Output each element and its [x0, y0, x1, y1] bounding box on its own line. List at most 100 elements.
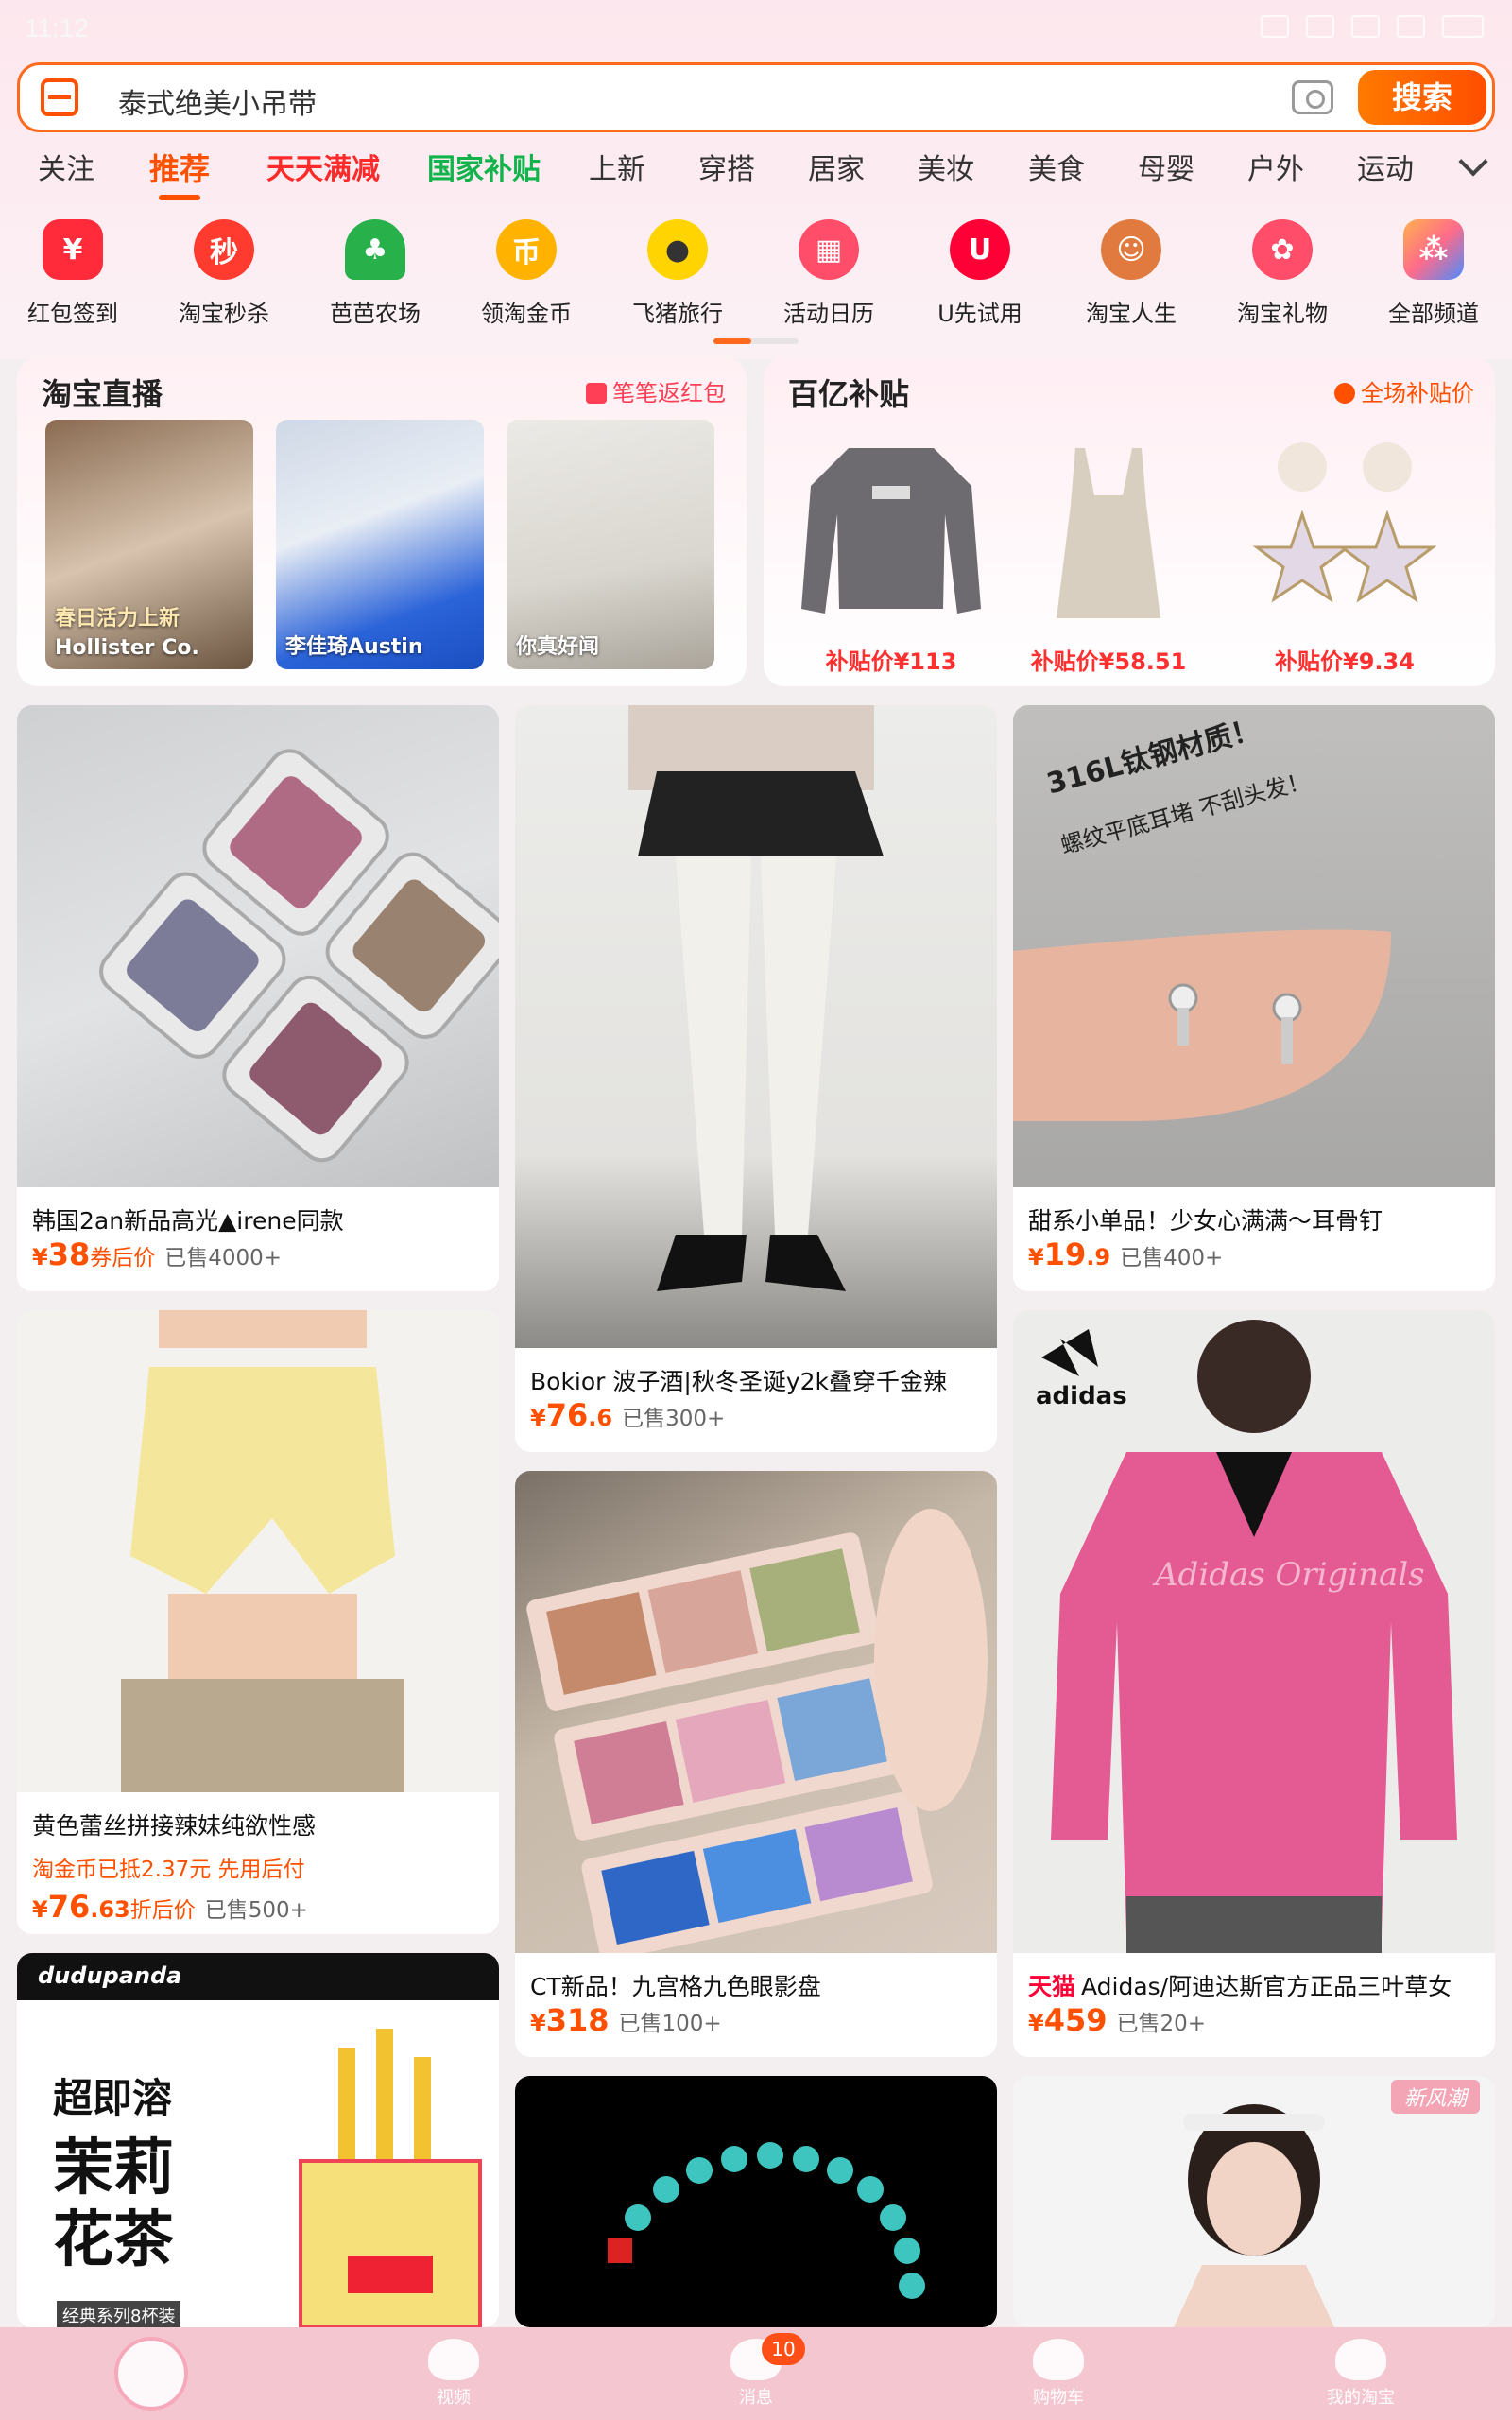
product-promo: 淘金币已抵2.37元 先用后付: [32, 1858, 305, 1882]
subsidy-card[interactable]: 百亿补贴 全场补贴价 补贴价¥113 补贴价¥58.51 补贴价¥9.34: [764, 357, 1495, 686]
tab-home[interactable]: 居家: [808, 146, 865, 187]
cloud-icon: [1306, 15, 1334, 38]
tab-national-subsidy[interactable]: 国家补贴: [427, 146, 541, 187]
live-thumb-3[interactable]: 你真好闻: [507, 420, 714, 669]
nfc-icon: [1261, 15, 1289, 38]
tab-outdoor[interactable]: 户外: [1247, 146, 1304, 187]
subsidy-item-3[interactable]: 补贴价¥9.34: [1236, 420, 1453, 675]
subsidy-title: 百亿补贴: [788, 376, 910, 412]
product-card-bracelet[interactable]: [515, 2076, 997, 2327]
product-card-jasmine-tea[interactable]: dudupanda 超即溶 茉莉 花茶 经典系列8杯装: [17, 1953, 499, 2327]
product-image: 316L钛钢材质！ 螺纹平底耳堵 不刮头发！: [1013, 705, 1495, 1187]
product-card-lace-top[interactable]: 黄色蕾丝拼接辣妹纯欲性感 淘金币已抵2.37元 先用后付 ¥76.63折后价 已售…: [17, 1310, 499, 1934]
profile-cat-icon: [1335, 2339, 1386, 2380]
product-card-ear-stud[interactable]: 316L钛钢材质！ 螺纹平底耳堵 不刮头发！ 甜系小单品！少女心满满～耳骨钉 ¥…: [1013, 705, 1495, 1291]
dnd-icon: [1351, 15, 1380, 38]
camera-icon[interactable]: [1292, 80, 1333, 114]
live-card[interactable]: 淘宝直播 笔笔返红包 春日活力上新 Hollister Co. 李佳琦Austi…: [17, 357, 747, 686]
subsidy-item-2[interactable]: 补贴价¥58.51: [1000, 420, 1217, 675]
battery-icon: [1442, 15, 1484, 38]
product-card-highlighter[interactable]: 韩国2an新品高光▲irene同款 ¥38券后价 已售4000+: [17, 705, 499, 1291]
channel-gift[interactable]: ✿ 淘宝礼物: [1211, 219, 1353, 328]
product-price: ¥459 已售20+: [1028, 2002, 1207, 2038]
tab-new[interactable]: 上新: [589, 146, 645, 187]
nav-video[interactable]: 视频: [302, 2327, 605, 2420]
channel-travel[interactable]: ● 飞猪旅行: [607, 219, 748, 328]
search-button[interactable]: 搜索: [1358, 70, 1486, 125]
product-card-adidas[interactable]: adidas Adidas Originals 天猫 Adidas/阿迪达斯官方正…: [1013, 1310, 1495, 2057]
live-thumb-2[interactable]: 李佳琦Austin: [276, 420, 484, 669]
nav-profile[interactable]: 我的淘宝: [1210, 2327, 1512, 2420]
category-tabs: 关注 推荐 天天满减 国家补贴 上新 穿搭 居家 美妆 美食 母婴 户外 运动: [0, 146, 1512, 200]
product-card-bokior[interactable]: Bokior 波子酒|秋冬圣诞y2k叠穿千金辣 ¥76.6 已售300+: [515, 705, 997, 1452]
tea-series-label: 经典系列8杯装: [57, 2301, 181, 2327]
subsidy-tag: 全场补贴价: [1334, 374, 1474, 407]
product-card-new-trend[interactable]: 新风潮: [1013, 2076, 1495, 2327]
bracelet-image: [608, 2142, 925, 2299]
message-count-badge: 10: [762, 2333, 805, 2365]
nav-messages[interactable]: 消息: [605, 2327, 907, 2420]
channel-all[interactable]: ⁂ 全部频道: [1363, 219, 1504, 328]
eyeshadow-compacts-image: [99, 749, 499, 1163]
tab-follow[interactable]: 关注: [38, 146, 94, 187]
tab-outfit[interactable]: 穿搭: [698, 146, 755, 187]
search-bar[interactable]: 泰式绝美小吊带 搜索: [17, 62, 1495, 132]
grey-sweater-image: [801, 448, 981, 614]
eyeshadow-palette-image: [526, 1509, 988, 1961]
tab-food[interactable]: 美食: [1028, 146, 1085, 187]
channel-gold-coin[interactable]: 币 领淘金币: [455, 219, 597, 328]
product-name: 黄色蕾丝拼接辣妹纯欲性感: [32, 1812, 317, 1840]
shield-check-icon: [1334, 383, 1355, 404]
video-cat-icon: [428, 2339, 479, 2380]
gift-icon: ✿: [1252, 219, 1313, 280]
product-name: Bokior 波子酒|秋冬圣诞y2k叠穿千金辣: [530, 1368, 947, 1395]
tea-box-image: [299, 2029, 482, 2327]
search-input[interactable]: 泰式绝美小吊带: [118, 80, 317, 122]
brand-label: dudupanda: [38, 1962, 182, 1989]
live-thumb-1[interactable]: 春日活力上新 Hollister Co.: [45, 420, 253, 669]
tmall-label: 天猫: [1028, 1973, 1076, 2000]
tab-sports[interactable]: 运动: [1357, 146, 1414, 187]
beige-tank-image: [1057, 448, 1160, 618]
channel-calendar[interactable]: ▦ 活动日历: [758, 219, 900, 328]
product-price: ¥76.6 已售300+: [530, 1397, 726, 1433]
avatar-icon: ☺: [1101, 219, 1161, 280]
live-tag: 笔笔返红包: [586, 374, 726, 407]
tab-recommend[interactable]: 推荐: [149, 146, 210, 200]
channel-red-envelope[interactable]: ¥ 红包签到: [2, 219, 144, 328]
wifi-icon: [1397, 15, 1425, 38]
product-card-eyeshadow[interactable]: CT新品！九宫格九色眼影盘 ¥318 已售100+: [515, 1471, 997, 2057]
tea-headline-1: 超即溶: [53, 2075, 173, 2121]
product-name: 甜系小单品！少女心满满～耳骨钉: [1028, 1207, 1383, 1235]
channel-life[interactable]: ☺ 淘宝人生: [1060, 219, 1202, 328]
home-cat-icon: [114, 2337, 188, 2411]
nav-home[interactable]: [0, 2327, 302, 2420]
product-price: ¥19.9 已售400+: [1028, 1236, 1224, 1272]
status-time: 11:12: [25, 13, 89, 43]
product-name: 韩国2an新品高光▲irene同款: [32, 1207, 344, 1235]
cart-cat-icon: [1033, 2339, 1084, 2380]
model-tights-image: [628, 705, 884, 1291]
product-image: adidas Adidas Originals: [1013, 1310, 1495, 1953]
scan-icon[interactable]: [41, 78, 78, 116]
pink-jersey-image: [1041, 1320, 1457, 1953]
status-bar: 11:12: [0, 0, 1512, 59]
tree-farm-icon: ♣: [345, 219, 405, 280]
channel-farm[interactable]: ♣ 芭芭农场: [304, 219, 446, 328]
subsidy-item-1[interactable]: 补贴价¥113: [782, 420, 1000, 675]
u-trial-icon: U: [950, 219, 1010, 280]
product-image: [17, 705, 499, 1187]
chevron-down-icon[interactable]: [1458, 147, 1488, 177]
flash-sale-clock-icon: 秒: [194, 219, 254, 280]
star-earrings-image: [1252, 442, 1437, 603]
channel-flash-sale[interactable]: 秒 淘宝秒杀: [153, 219, 295, 328]
nav-cart[interactable]: 购物车: [907, 2327, 1210, 2420]
tab-baby[interactable]: 母婴: [1138, 146, 1194, 187]
tab-beauty[interactable]: 美妆: [918, 146, 974, 187]
tab-daily-discount[interactable]: 天天满减: [266, 146, 380, 187]
product-name: CT新品！九宫格九色眼影盘: [530, 1973, 821, 2000]
calendar-icon: ▦: [799, 219, 859, 280]
channel-trial[interactable]: U U先试用: [909, 219, 1051, 328]
new-trend-tag: 新风潮: [1390, 2080, 1480, 2114]
live-title: 淘宝直播: [42, 376, 163, 412]
